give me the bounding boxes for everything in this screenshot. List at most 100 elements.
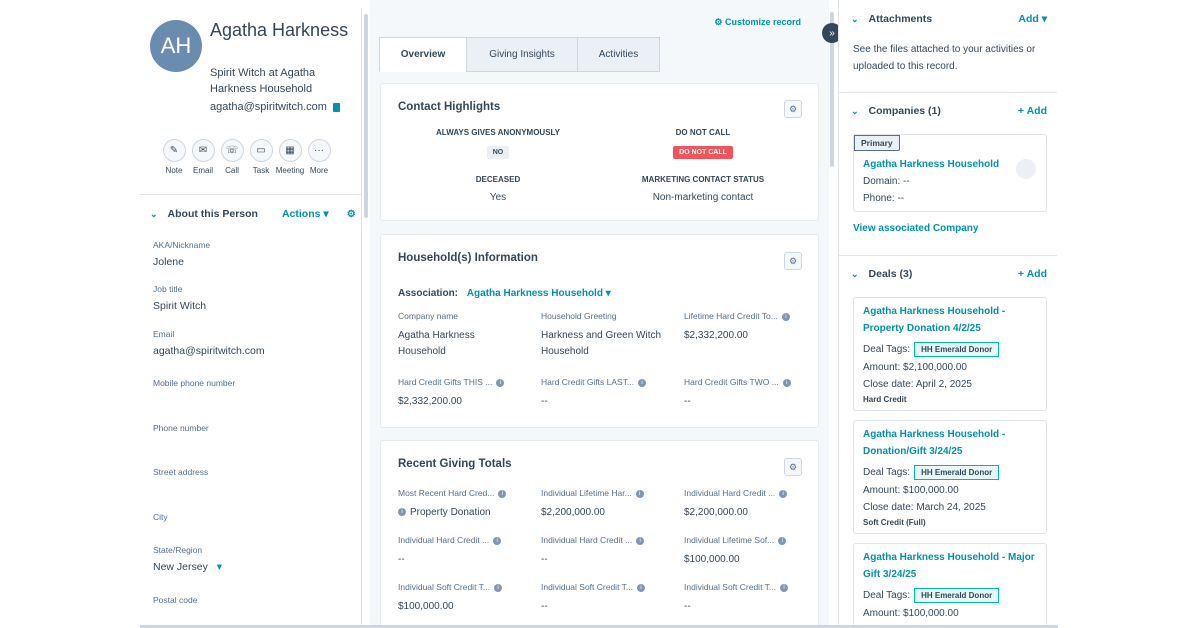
property-cell[interactable]: Individual Hard Credit ... i -- [398,535,523,568]
field-city[interactable]: City [153,512,353,522]
property-cell[interactable]: Most Recent Hard Cred... i i Property Donat… [398,488,523,521]
property-cell[interactable]: Lifetime Hard Credit To... i $2,332,200.00 [684,311,809,344]
field-state[interactable]: State/Region New Jersey ▾ [153,545,353,573]
deal-name-link[interactable]: Agatha Harkness Household - Donation/Gif… [863,426,1038,460]
gear-icon[interactable]: ⚙ [784,100,802,118]
gear-icon[interactable]: ⚙ [784,252,802,270]
deal-tags-row: Deal Tags: HH Emerald Donor [863,342,1000,357]
info-icon[interactable]: i [636,536,645,545]
property-cell[interactable]: Individual Soft Credit T... i $100,000.00 [398,582,523,615]
recent-giving-card: Recent Giving Totals ⚙ Most Recent Hard … [380,440,819,628]
task-action[interactable]: ▭ Task [249,139,273,175]
companies-header[interactable]: ⌄ Companies (1) + Add [851,105,1047,117]
caret-down-icon[interactable]: ▾ [217,561,222,573]
contact-email[interactable]: agatha@spiritwitch.com [210,101,327,113]
property-cell[interactable]: Individual Hard Credit ... i $2,200,000.00 [684,488,809,521]
about-section-header[interactable]: ⌄ About this Person Actions ▾ ⚙ [150,208,356,220]
property-label-text: Hard Credit Gifts TWO ... [684,377,779,387]
calendar-icon[interactable]: ▦ [278,139,302,162]
info-icon[interactable]: i [781,312,790,321]
deal-card[interactable]: Agatha Harkness Household - Donation/Gif… [853,420,1047,534]
tab-overview[interactable]: Overview [379,37,467,72]
info-icon[interactable]: i [498,489,507,498]
more-action[interactable]: ··· More [307,139,331,175]
chevron-down-icon[interactable]: ⌄ [150,209,158,220]
info-icon[interactable]: i [493,583,502,592]
meeting-action[interactable]: ▦ Meeting [276,139,304,175]
field-label: Email [153,329,175,339]
property-cell[interactable]: Company name Agatha Harkness Household [398,311,523,360]
info-icon[interactable]: i [496,378,505,387]
field-value[interactable]: Spirit Witch [153,300,353,312]
info-icon[interactable]: i [778,536,787,545]
info-icon[interactable]: i [493,536,502,545]
attachments-title: Attachments [868,13,933,25]
tab-giving-insights[interactable]: Giving Insights [466,37,578,72]
deal-tags-label: Deal Tags: [863,467,911,478]
field-postal-code[interactable]: Postal code [153,595,353,605]
card-title: Recent Giving Totals [398,458,512,470]
deal-card[interactable]: Agatha Harkness Household - Major Gift 3… [853,543,1047,628]
info-icon[interactable]: i [779,489,788,498]
deal-name-link[interactable]: Agatha Harkness Household - Property Don… [863,303,1038,337]
field-nickname[interactable]: AKA/Nickname Jolene [153,240,353,268]
property-cell[interactable]: Household Greeting Harkness and Green Wit… [541,311,666,360]
left-scrollbar[interactable] [364,14,368,218]
deal-card[interactable]: Agatha Harkness Household - Property Don… [853,297,1047,411]
field-value[interactable]: Jolene [153,256,353,268]
field-value[interactable]: agatha@spiritwitch.com [153,345,353,357]
info-icon[interactable]: i [635,489,644,498]
field-email[interactable]: Email agatha@spiritwitch.com [153,329,353,357]
info-icon[interactable]: i [779,583,788,592]
customize-label: Customize record [724,17,801,27]
info-icon[interactable]: i [398,508,406,517]
info-icon[interactable]: i [782,378,791,387]
property-value: -- [541,554,548,565]
field-mobile-phone[interactable]: Mobile phone number [153,378,353,388]
property-cell[interactable]: Hard Credit Gifts LAST... i -- [541,377,666,410]
company-card[interactable]: Primary Agatha Harkness Household Domain… [853,134,1047,212]
property-cell[interactable]: Individual Lifetime Har... i $2,200,000.00 [541,488,666,521]
copy-icon[interactable] [332,102,340,112]
note-action[interactable]: ✎ Note [162,139,186,175]
field-street-address[interactable]: Street address [153,467,353,477]
phone-icon[interactable]: ☏ [220,139,244,162]
deals-add-button[interactable]: + Add [1018,268,1047,280]
note-icon[interactable]: ✎ [162,139,186,162]
field-job-title[interactable]: Job title Spirit Witch [153,284,353,312]
association-dropdown[interactable]: Agatha Harkness Household ▾ [467,288,611,299]
chevron-down-icon[interactable]: ⌄ [851,269,859,280]
property-label: Most Recent Hard Cred... i [398,488,523,498]
property-cell[interactable]: Individual Soft Credit T... i -- [541,582,666,615]
property-cell[interactable]: Hard Credit Gifts TWO ... i -- [684,377,809,410]
property-cell[interactable]: Individual Lifetime Sof... i $100,000.00 [684,535,809,568]
gear-icon[interactable]: ⚙ [347,209,356,220]
companies-add-button[interactable]: + Add [1018,105,1047,117]
actions-dropdown[interactable]: Actions ▾ [282,208,329,220]
state-select[interactable]: New Jersey ▾ [153,561,353,573]
more-icon[interactable]: ··· [307,139,331,162]
gear-icon[interactable]: ⚙ [784,458,802,476]
tab-activities[interactable]: Activities [577,37,660,72]
call-action[interactable]: ☏ Call [220,139,244,175]
info-icon[interactable]: i [636,583,645,592]
deals-header[interactable]: ⌄ Deals (3) + Add [851,268,1047,280]
deal-tags-row: Deal Tags: HH Emerald Donor [863,465,1000,480]
email-icon[interactable]: ✉ [191,139,215,162]
property-cell[interactable]: Individual Soft Credit T... i -- [684,582,809,615]
field-phone[interactable]: Phone number [153,423,353,433]
deal-name-link[interactable]: Agatha Harkness Household - Major Gift 3… [863,549,1038,583]
property-cell[interactable]: Hard Credit Gifts THIS ... i $2,332,200.00 [398,377,523,410]
chevron-down-icon[interactable]: ⌄ [851,14,859,25]
view-associated-company-link[interactable]: View associated Company [853,223,978,234]
task-icon[interactable]: ▭ [249,139,273,162]
attachments-header[interactable]: ⌄ Attachments Add ▾ [851,13,1047,25]
customize-record-link[interactable]: ⚙ Customize record [714,17,801,28]
deal-amount: Amount: $2,100,000.00 [863,362,967,373]
chevron-down-icon[interactable]: ⌄ [851,106,859,117]
property-cell[interactable]: Individual Hard Credit ... i -- [541,535,666,568]
company-name-link[interactable]: Agatha Harkness Household [863,156,1038,173]
attachments-add-button[interactable]: Add ▾ [1018,13,1047,25]
info-icon[interactable]: i [638,378,647,387]
email-action[interactable]: ✉ Email [191,139,215,175]
